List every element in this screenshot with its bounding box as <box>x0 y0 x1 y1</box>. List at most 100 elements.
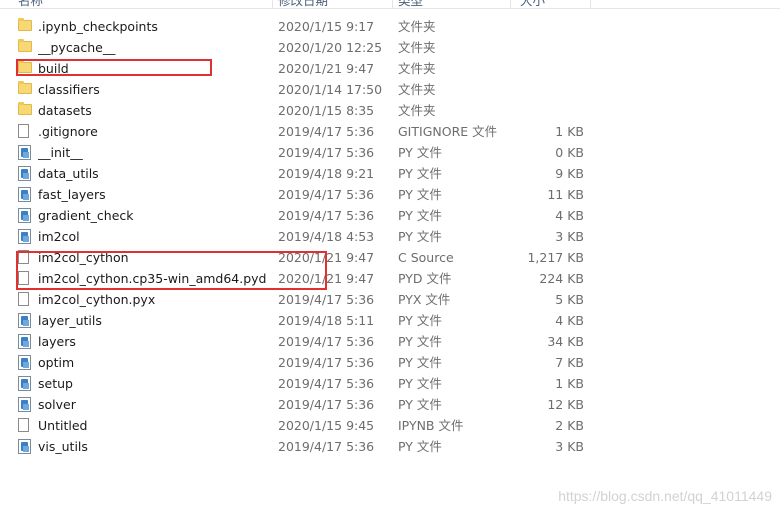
file-name[interactable]: im2col_cython.cp35-win_amd64.pyd <box>38 268 270 289</box>
file-explorer-window: 名称 修改日期 类型 大小 .ipynb_checkpoints 2020/1/1… <box>0 0 780 514</box>
file-row[interactable]: Untitled 2020/1/15 9:45 IPYNB 文件 2 KB <box>0 415 780 436</box>
file-row[interactable]: .ipynb_checkpoints 2020/1/15 9:17 文件夹 <box>0 16 780 37</box>
file-row[interactable]: data_utils 2019/4/18 9:21 PY 文件 9 KB <box>0 163 780 184</box>
file-size: 1,217 KB <box>527 250 584 265</box>
file-type: C Source <box>398 250 454 265</box>
file-modified-date: 2020/1/15 8:35 <box>278 103 375 118</box>
column-divider[interactable] <box>590 0 591 8</box>
file-icon <box>18 124 29 138</box>
file-type: IPYNB 文件 <box>398 418 464 433</box>
file-name[interactable]: classifiers <box>38 79 270 100</box>
file-row[interactable]: datasets 2020/1/15 8:35 文件夹 <box>0 100 780 121</box>
file-row[interactable]: solver 2019/4/17 5:36 PY 文件 12 KB <box>0 394 780 415</box>
file-row[interactable]: __pycache__ 2020/1/20 12:25 文件夹 <box>0 37 780 58</box>
python-file-icon <box>18 397 31 412</box>
file-modified-date: 2020/1/20 12:25 <box>278 40 383 55</box>
file-type: 文件夹 <box>398 103 436 118</box>
file-type: PYD 文件 <box>398 271 452 286</box>
file-row[interactable]: layer_utils 2019/4/18 5:11 PY 文件 4 KB <box>0 310 780 331</box>
file-size: 1 KB <box>555 376 584 391</box>
folder-icon <box>18 81 32 94</box>
file-name[interactable]: im2col_cython <box>38 247 270 268</box>
file-row[interactable]: im2col_cython.pyx 2019/4/17 5:36 PYX 文件 5 K… <box>0 289 780 310</box>
watermark: https://blog.csdn.net/qq_41011449 <box>558 488 772 504</box>
file-type: PY 文件 <box>398 376 442 391</box>
column-header-type[interactable]: 类型 <box>398 0 423 8</box>
file-row[interactable]: __init__ 2019/4/17 5:36 PY 文件 0 KB <box>0 142 780 163</box>
file-name[interactable]: data_utils <box>38 163 270 184</box>
file-size: 12 KB <box>547 397 584 412</box>
file-name[interactable]: .ipynb_checkpoints <box>38 16 270 37</box>
column-divider[interactable] <box>392 0 393 8</box>
file-name[interactable]: vis_utils <box>38 436 270 457</box>
file-row[interactable]: fast_layers 2019/4/17 5:36 PY 文件 11 KB <box>0 184 780 205</box>
file-name[interactable]: Untitled <box>38 415 270 436</box>
file-modified-date: 2019/4/17 5:36 <box>278 376 375 391</box>
file-modified-date: 2019/4/17 5:36 <box>278 334 375 349</box>
file-row[interactable]: .gitignore 2019/4/17 5:36 GITIGNORE 文件 1 KB <box>0 121 780 142</box>
file-size: 0 KB <box>555 145 584 160</box>
file-row[interactable]: gradient_check 2019/4/17 5:36 PY 文件 4 KB <box>0 205 780 226</box>
column-header-name[interactable]: 名称 <box>18 0 43 8</box>
file-type: PY 文件 <box>398 145 442 160</box>
column-divider[interactable] <box>510 0 511 8</box>
folder-icon <box>18 18 32 31</box>
file-size: 2 KB <box>555 418 584 433</box>
file-type: PY 文件 <box>398 355 442 370</box>
file-name[interactable]: optim <box>38 352 270 373</box>
file-name[interactable]: build <box>38 58 270 79</box>
file-size: 4 KB <box>555 313 584 328</box>
c-source-icon <box>18 250 29 264</box>
file-name[interactable]: datasets <box>38 100 270 121</box>
file-row[interactable]: im2col 2019/4/18 4:53 PY 文件 3 KB <box>0 226 780 247</box>
file-modified-date: 2020/1/15 9:45 <box>278 418 375 433</box>
file-row[interactable]: layers 2019/4/17 5:36 PY 文件 34 KB <box>0 331 780 352</box>
file-type: PY 文件 <box>398 397 442 412</box>
column-header-size[interactable]: 大小 <box>520 0 545 8</box>
column-header-date[interactable]: 修改日期 <box>278 0 328 8</box>
file-name[interactable]: __init__ <box>38 142 270 163</box>
python-file-icon <box>18 145 31 160</box>
python-file-icon <box>18 313 31 328</box>
file-row[interactable]: im2col_cython.cp35-win_amd64.pyd 2020/1/2… <box>0 268 780 289</box>
file-type: 文件夹 <box>398 19 436 34</box>
python-file-icon <box>18 187 31 202</box>
file-row[interactable]: classifiers 2020/1/14 17:50 文件夹 <box>0 79 780 100</box>
file-icon <box>18 418 29 432</box>
file-name[interactable]: __pycache__ <box>38 37 270 58</box>
file-name[interactable]: layers <box>38 331 270 352</box>
file-name[interactable]: .gitignore <box>38 121 270 142</box>
file-size: 11 KB <box>547 187 584 202</box>
file-size: 1 KB <box>555 124 584 139</box>
file-row[interactable]: optim 2019/4/17 5:36 PY 文件 7 KB <box>0 352 780 373</box>
file-size: 7 KB <box>555 355 584 370</box>
file-modified-date: 2019/4/17 5:36 <box>278 145 375 160</box>
file-size <box>512 100 584 121</box>
file-name[interactable]: setup <box>38 373 270 394</box>
file-row[interactable]: im2col_cython 2020/1/21 9:47 C Source 1,217… <box>0 247 780 268</box>
column-divider[interactable] <box>272 0 273 8</box>
python-file-icon <box>18 229 31 244</box>
file-list: .ipynb_checkpoints 2020/1/15 9:17 文件夹 __pyc… <box>0 16 780 457</box>
file-name[interactable]: solver <box>38 394 270 415</box>
file-row[interactable]: vis_utils 2019/4/17 5:36 PY 文件 3 KB <box>0 436 780 457</box>
file-name[interactable]: gradient_check <box>38 205 270 226</box>
file-size: 3 KB <box>555 229 584 244</box>
column-header-bar: 名称 修改日期 类型 大小 <box>0 0 780 9</box>
python-file-icon <box>18 355 31 370</box>
file-name[interactable]: fast_layers <box>38 184 270 205</box>
folder-icon <box>18 60 32 73</box>
file-name[interactable]: layer_utils <box>38 310 270 331</box>
file-size: 34 KB <box>547 334 584 349</box>
file-modified-date: 2019/4/18 5:11 <box>278 313 375 328</box>
file-type: PY 文件 <box>398 439 442 454</box>
folder-icon <box>18 102 32 115</box>
file-row[interactable]: setup 2019/4/17 5:36 PY 文件 1 KB <box>0 373 780 394</box>
file-name[interactable]: im2col <box>38 226 270 247</box>
file-size: 4 KB <box>555 208 584 223</box>
file-modified-date: 2019/4/17 5:36 <box>278 355 375 370</box>
file-name[interactable]: im2col_cython.pyx <box>38 289 270 310</box>
file-size <box>512 37 584 58</box>
file-modified-date: 2019/4/17 5:36 <box>278 187 375 202</box>
file-row[interactable]: build 2020/1/21 9:47 文件夹 <box>0 58 780 79</box>
